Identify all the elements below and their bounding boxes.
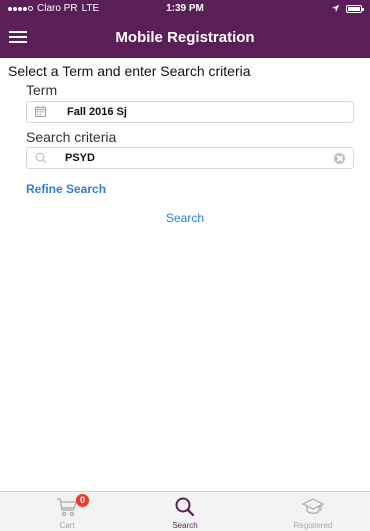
search-criteria-input[interactable] — [65, 150, 325, 166]
search-icon — [175, 497, 195, 517]
term-label: Term — [26, 82, 58, 98]
term-select[interactable]: Fall 2016 Sj — [26, 101, 354, 123]
tab-cart-label: Cart — [59, 521, 75, 530]
tab-registered[interactable]: Registered — [258, 492, 368, 531]
search-button[interactable]: Search — [0, 211, 370, 225]
tab-search[interactable]: Search — [130, 492, 240, 531]
tab-search-label: Search — [172, 521, 198, 530]
calendar-icon — [35, 106, 46, 117]
tab-registered-label: Registered — [293, 521, 333, 530]
mobile-registration-screen: Claro PR LTE 1:39 PM Mobile Registration… — [0, 0, 370, 531]
battery-icon — [346, 4, 364, 13]
tab-bar: 0 Cart Search Registered — [0, 491, 370, 531]
search-icon — [35, 152, 47, 164]
term-value: Fall 2016 Sj — [67, 106, 127, 118]
refine-search-link[interactable]: Refine Search — [26, 182, 106, 196]
clear-icon[interactable] — [334, 153, 345, 164]
page-title: Mobile Registration — [115, 29, 255, 46]
status-time: 1:39 PM — [166, 3, 204, 14]
status-bar: Claro PR LTE 1:39 PM — [0, 0, 370, 18]
search-criteria-field — [26, 147, 354, 169]
status-right — [331, 4, 364, 13]
nav-bar: Mobile Registration — [0, 18, 370, 58]
cart-count-badge: 0 — [76, 494, 89, 507]
search-criteria-label: Search criteria — [26, 129, 117, 145]
graduation-cap-icon — [301, 498, 325, 514]
tab-cart[interactable]: 0 Cart — [12, 492, 122, 531]
instruction-text: Select a Term and enter Search criteria — [8, 63, 251, 79]
location-arrow-icon — [331, 4, 340, 13]
